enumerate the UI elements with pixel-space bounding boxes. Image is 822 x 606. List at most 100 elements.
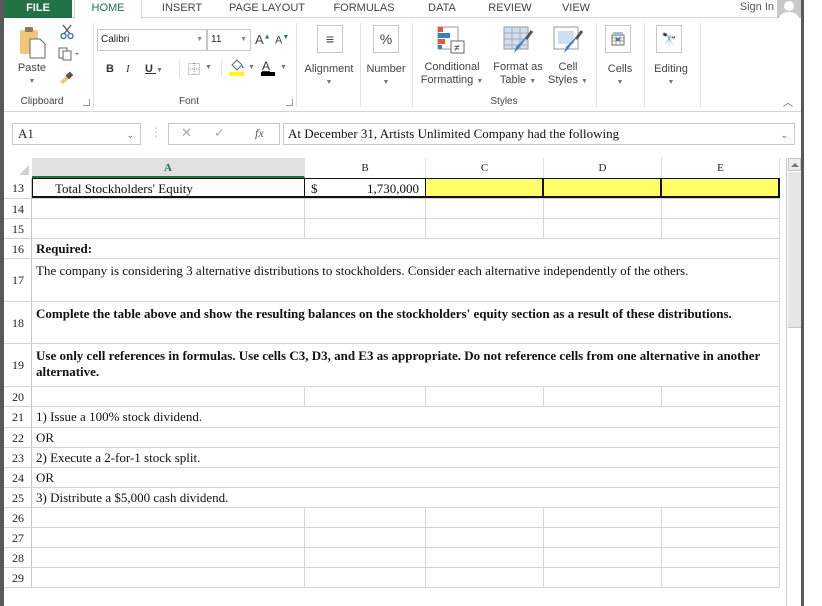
row-header[interactable]: 25 <box>4 488 32 508</box>
cell-a14[interactable] <box>32 199 305 218</box>
row-header[interactable]: 15 <box>4 219 32 239</box>
paste-button[interactable]: Paste ▼ <box>12 25 52 85</box>
name-box[interactable]: A1 ⌄ <box>12 123 141 145</box>
column-header-e[interactable]: E <box>662 158 780 178</box>
cell-a20[interactable] <box>32 387 305 406</box>
font-size-select[interactable]: 11 ▼ <box>207 29 251 51</box>
cell-d14[interactable] <box>544 199 662 218</box>
row-header[interactable]: 22 <box>4 428 32 448</box>
row-header[interactable]: 26 <box>4 508 32 528</box>
row-header[interactable]: 18 <box>4 302 32 344</box>
sign-in[interactable]: Sign In <box>740 0 801 18</box>
copy-icon[interactable] <box>58 47 80 61</box>
cut-icon[interactable] <box>60 24 74 40</box>
cell-b15[interactable] <box>305 219 426 238</box>
cell-a28[interactable] <box>32 548 305 567</box>
cell-b26[interactable] <box>305 508 426 527</box>
cell-e14[interactable] <box>662 199 780 218</box>
cell-b28[interactable] <box>305 548 426 567</box>
cell-e15[interactable] <box>662 219 780 238</box>
row-header[interactable]: 29 <box>4 568 32 588</box>
answer-cell-e13[interactable] <box>662 178 780 198</box>
alignment-button[interactable]: ≡ Alignment ▼ <box>300 23 358 87</box>
row-header[interactable]: 17 <box>4 259 32 302</box>
cell-a27[interactable] <box>32 528 305 547</box>
tab-review[interactable]: REVIEW <box>484 0 536 18</box>
formula-input[interactable]: At December 31, Artists Unlimited Compan… <box>283 123 795 145</box>
cell-d26[interactable] <box>544 508 662 527</box>
font-color-button[interactable]: A ▼ <box>259 59 287 79</box>
scrollbar-thumb[interactable] <box>788 172 801 328</box>
cell-e20[interactable] <box>662 387 780 406</box>
increase-font-size-button[interactable]: A▲ <box>255 32 271 47</box>
cell-c20[interactable] <box>426 387 544 406</box>
cell-c28[interactable] <box>426 548 544 567</box>
cell-c26[interactable] <box>426 508 544 527</box>
cell-b27[interactable] <box>305 528 426 547</box>
cell-a29[interactable] <box>32 568 305 587</box>
row-header[interactable]: 14 <box>4 199 32 219</box>
row-header[interactable]: 27 <box>4 528 32 548</box>
row-header[interactable]: 23 <box>4 448 32 468</box>
tab-view[interactable]: VIEW <box>556 0 596 18</box>
tab-file[interactable]: FILE <box>4 0 72 18</box>
collapse-ribbon-icon[interactable]: ︿ <box>783 94 793 109</box>
expand-formula-bar-icon[interactable]: ⌄ <box>780 125 788 145</box>
cell-a26[interactable] <box>32 508 305 527</box>
column-header-c[interactable]: C <box>426 158 544 178</box>
cell-d27[interactable] <box>544 528 662 547</box>
cell-styles-button[interactable]: Cell Styles ▼ <box>546 23 590 89</box>
cell-d28[interactable] <box>544 548 662 567</box>
editing-button[interactable]: 🔭 Editing ▼ <box>646 23 696 87</box>
font-name-select[interactable]: Calibri ▼ <box>97 29 207 51</box>
cancel-icon[interactable]: ✕ <box>181 125 192 141</box>
row-header[interactable]: 28 <box>4 548 32 568</box>
tab-page-layout[interactable]: PAGE LAYOUT <box>222 0 312 18</box>
cell-b13[interactable]: $1,730,000 <box>305 178 426 198</box>
formula-bar-grip[interactable]: ⋮ <box>150 125 162 139</box>
answer-cell-d13[interactable] <box>544 178 662 198</box>
cell-d15[interactable] <box>544 219 662 238</box>
cell-d20[interactable] <box>544 387 662 406</box>
tab-insert[interactable]: INSERT <box>152 0 212 18</box>
fill-color-button[interactable]: ▼ <box>226 59 255 79</box>
borders-button[interactable]: ▼ <box>188 63 214 77</box>
cell-b20[interactable] <box>305 387 426 406</box>
tab-home[interactable]: HOME <box>74 0 142 19</box>
vertical-scrollbar[interactable] <box>786 158 801 606</box>
row-header[interactable]: 13 <box>4 178 32 199</box>
cell-c27[interactable] <box>426 528 544 547</box>
paste-dropdown-caret[interactable]: ▼ <box>12 74 52 88</box>
cell-c29[interactable] <box>426 568 544 587</box>
cell-c14[interactable] <box>426 199 544 218</box>
cell-e27[interactable] <box>662 528 780 547</box>
row-header[interactable]: 19 <box>4 344 32 387</box>
cell-e29[interactable] <box>662 568 780 587</box>
cell-d29[interactable] <box>544 568 662 587</box>
tab-data[interactable]: DATA <box>422 0 462 18</box>
cells-button[interactable]: Cells ▼ <box>600 23 640 87</box>
column-header-a[interactable]: A <box>32 158 305 178</box>
column-header-d[interactable]: D <box>544 158 662 178</box>
cell-b29[interactable] <box>305 568 426 587</box>
scroll-up-icon[interactable] <box>788 158 801 171</box>
cell-e26[interactable] <box>662 508 780 527</box>
select-all-button[interactable] <box>4 158 32 178</box>
format-painter-icon[interactable] <box>58 70 74 84</box>
chevron-down-icon[interactable]: ⌄ <box>126 125 134 145</box>
column-header-b[interactable]: B <box>305 158 426 178</box>
underline-button[interactable]: U ▼ <box>145 63 163 75</box>
decrease-font-size-button[interactable]: A▼ <box>275 34 289 47</box>
cell-c15[interactable] <box>426 219 544 238</box>
row-header[interactable]: 24 <box>4 468 32 488</box>
bold-button[interactable]: B <box>106 63 114 75</box>
clipboard-launcher[interactable] <box>83 99 90 106</box>
tab-formulas[interactable]: FORMULAS <box>326 0 402 18</box>
insert-function-icon[interactable]: fx <box>255 126 264 141</box>
conditional-formatting-button[interactable]: ≠ Conditional Formatting ▼ <box>416 23 488 89</box>
row-header[interactable]: 20 <box>4 387 32 407</box>
cell-a15[interactable] <box>32 219 305 238</box>
cell-e28[interactable] <box>662 548 780 567</box>
font-launcher[interactable] <box>286 99 293 106</box>
cell-b14[interactable] <box>305 199 426 218</box>
